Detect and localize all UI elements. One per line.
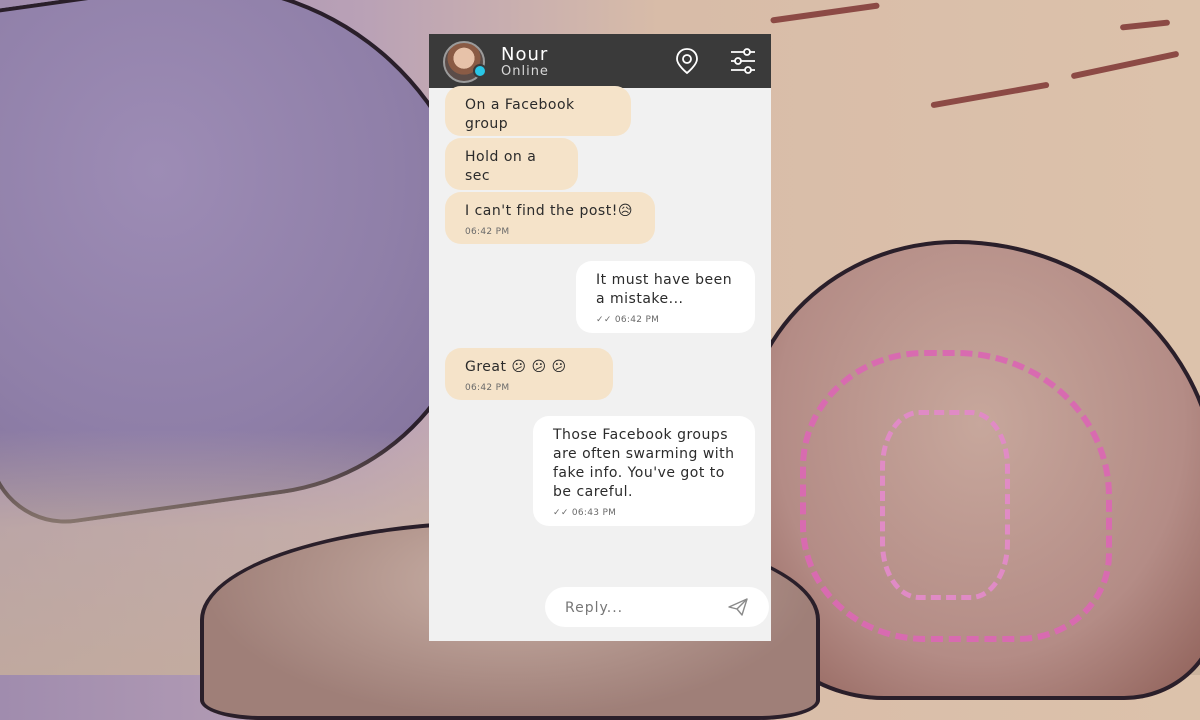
read-receipt-icon: ✓✓ bbox=[596, 315, 612, 325]
message-time-value: 06:42 PM bbox=[614, 315, 660, 325]
message-time: 06:42 PM bbox=[465, 383, 510, 393]
online-status-dot bbox=[473, 64, 487, 78]
background-stroke bbox=[1119, 19, 1171, 31]
background-stroke bbox=[930, 81, 1050, 109]
message-text: On a Facebook group bbox=[465, 97, 575, 132]
background-stroke bbox=[770, 2, 880, 24]
background-stitching-inner bbox=[880, 410, 1010, 600]
message-bubble-incoming: Great 😕 😕 😕 06:42 PM bbox=[445, 348, 613, 400]
message-text: I can't find the post!😥 bbox=[465, 203, 633, 219]
message-time-value: 06:43 PM bbox=[571, 508, 617, 518]
read-receipt-icon: ✓✓ bbox=[553, 508, 569, 518]
message-bubble-incoming: I can't find the post!😥 06:42 PM bbox=[445, 192, 655, 244]
message-text: Hold on a sec bbox=[465, 149, 537, 184]
chat-header: Nour Online bbox=[429, 34, 771, 88]
message-text: Those Facebook groups are often swarming… bbox=[553, 427, 735, 500]
message-bubble-incoming: On a Facebook group 06:42 PM bbox=[445, 86, 631, 150]
message-time: ✓✓ 06:42 PM bbox=[596, 311, 737, 330]
chat-window: Nour Online On a Facebook group 06:42 PM… bbox=[429, 34, 771, 641]
message-bubble-incoming: Hold on a sec 06:42 PM bbox=[445, 138, 578, 202]
message-time: 06:42 PM bbox=[465, 227, 510, 237]
send-icon[interactable] bbox=[727, 597, 749, 617]
reply-input[interactable] bbox=[563, 597, 717, 619]
contact-status: Online bbox=[501, 64, 549, 79]
message-bubble-outgoing: Those Facebook groups are often swarming… bbox=[533, 416, 755, 526]
message-bubble-outgoing: It must have been a mistake... ✓✓ 06:42 … bbox=[576, 261, 755, 333]
location-pin-icon[interactable] bbox=[673, 46, 701, 76]
sliders-icon[interactable] bbox=[729, 46, 757, 76]
message-text: It must have been a mistake... bbox=[596, 272, 733, 307]
message-time: ✓✓ 06:43 PM bbox=[553, 504, 737, 523]
contact-name: Nour bbox=[501, 44, 549, 65]
reply-box bbox=[545, 587, 769, 627]
background-stroke bbox=[1070, 50, 1180, 80]
message-text: Great 😕 😕 😕 bbox=[465, 359, 567, 375]
